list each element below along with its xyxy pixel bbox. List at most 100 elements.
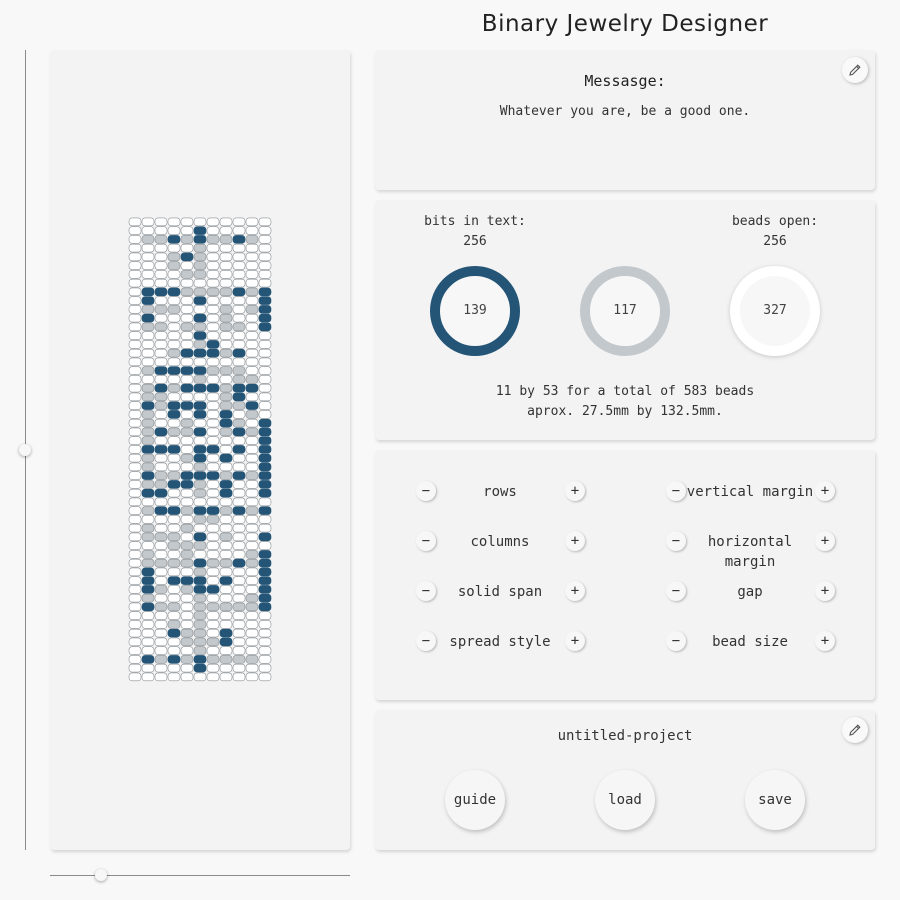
bead[interactable] <box>167 305 181 314</box>
bead[interactable] <box>154 620 168 629</box>
bead[interactable] <box>245 488 259 498</box>
bead[interactable] <box>219 217 233 227</box>
bead[interactable] <box>258 585 272 594</box>
bead[interactable] <box>180 523 194 533</box>
bead[interactable] <box>206 541 220 550</box>
bead[interactable] <box>232 226 246 235</box>
bead[interactable] <box>258 418 272 428</box>
bead[interactable] <box>245 663 259 673</box>
bead[interactable] <box>167 401 181 410</box>
bead[interactable] <box>232 305 246 314</box>
bead[interactable] <box>141 226 155 235</box>
bead[interactable] <box>219 453 233 463</box>
columns-decrease-button[interactable]: − <box>416 531 436 551</box>
bead[interactable] <box>258 392 272 402</box>
bead[interactable] <box>128 436 142 445</box>
bead[interactable] <box>141 663 155 673</box>
bead[interactable] <box>245 392 259 402</box>
bead[interactable] <box>141 322 155 332</box>
bead[interactable] <box>258 366 272 375</box>
bead[interactable] <box>180 410 194 419</box>
bead[interactable] <box>219 497 233 507</box>
bead[interactable] <box>141 235 155 244</box>
bead[interactable] <box>206 270 220 279</box>
bead[interactable] <box>245 480 259 489</box>
bead[interactable] <box>219 585 233 594</box>
bead[interactable] <box>219 628 233 638</box>
bead[interactable] <box>232 287 246 297</box>
bead[interactable] <box>193 532 207 542</box>
bead[interactable] <box>232 261 246 270</box>
bead[interactable] <box>141 646 155 655</box>
bead[interactable] <box>154 655 168 664</box>
bead[interactable] <box>219 436 233 445</box>
bead[interactable] <box>154 217 168 227</box>
bead[interactable] <box>258 532 272 542</box>
bead[interactable] <box>258 558 272 568</box>
bead[interactable] <box>141 445 155 454</box>
bead[interactable] <box>258 576 272 585</box>
bead[interactable] <box>141 305 155 314</box>
bead[interactable] <box>141 427 155 437</box>
bead[interactable] <box>219 655 233 664</box>
bead[interactable] <box>141 541 155 550</box>
bead[interactable] <box>154 278 168 288</box>
bead[interactable] <box>245 567 259 577</box>
bead[interactable] <box>167 620 181 629</box>
bead[interactable] <box>180 331 194 340</box>
bead[interactable] <box>193 410 207 419</box>
bead[interactable] <box>232 488 246 498</box>
bead[interactable] <box>154 445 168 454</box>
bead[interactable] <box>206 523 220 533</box>
bead[interactable] <box>219 593 233 603</box>
bead[interactable] <box>258 270 272 279</box>
bead[interactable] <box>141 480 155 489</box>
bead[interactable] <box>232 383 246 393</box>
bead[interactable] <box>206 532 220 542</box>
bead[interactable] <box>232 655 246 664</box>
bead[interactable] <box>219 375 233 384</box>
bead[interactable] <box>167 261 181 270</box>
bead[interactable] <box>232 523 246 533</box>
bead[interactable] <box>141 471 155 480</box>
bead[interactable] <box>258 375 272 384</box>
bead[interactable] <box>219 532 233 542</box>
bead[interactable] <box>141 558 155 568</box>
bead[interactable] <box>141 637 155 647</box>
bead[interactable] <box>180 585 194 594</box>
bead[interactable] <box>206 480 220 489</box>
bead[interactable] <box>193 278 207 288</box>
bead[interactable] <box>167 270 181 279</box>
bead[interactable] <box>258 515 272 524</box>
bead[interactable] <box>219 646 233 655</box>
bead[interactable] <box>128 637 142 647</box>
edit-message-button[interactable] <box>842 57 868 83</box>
bead[interactable] <box>167 611 181 620</box>
bead[interactable] <box>219 278 233 288</box>
bead[interactable] <box>167 322 181 332</box>
bead[interactable] <box>154 541 168 550</box>
bead[interactable] <box>141 585 155 594</box>
bead[interactable] <box>206 576 220 585</box>
bead[interactable] <box>193 340 207 349</box>
bead[interactable] <box>167 278 181 288</box>
bead[interactable] <box>180 628 194 638</box>
bead[interactable] <box>232 427 246 437</box>
bead[interactable] <box>141 410 155 419</box>
bead[interactable] <box>219 637 233 647</box>
bead[interactable] <box>128 515 142 524</box>
bead[interactable] <box>245 532 259 542</box>
bead[interactable] <box>219 462 233 472</box>
horizontal-margin-increase-button[interactable]: + <box>815 531 835 551</box>
bead[interactable] <box>206 401 220 410</box>
bead[interactable] <box>206 515 220 524</box>
bead[interactable] <box>128 567 142 577</box>
bead[interactable] <box>167 593 181 603</box>
bead[interactable] <box>206 602 220 612</box>
bead[interactable] <box>154 357 168 367</box>
bead[interactable] <box>128 331 142 340</box>
bead[interactable] <box>245 655 259 664</box>
bead[interactable] <box>258 296 272 305</box>
bead[interactable] <box>245 506 259 515</box>
bead[interactable] <box>180 672 194 682</box>
